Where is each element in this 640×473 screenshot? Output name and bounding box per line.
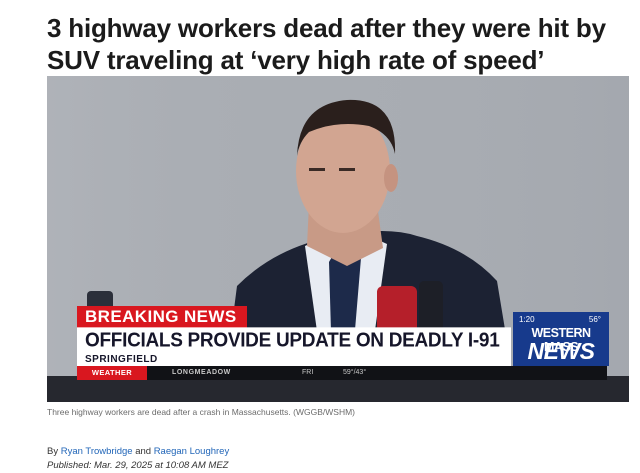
author-link-2[interactable]: Raegan Loughrey	[154, 446, 230, 457]
breaking-news-label: BREAKING NEWS	[77, 306, 247, 328]
published-date: Published: Mar. 29, 2025 at 10:08 AM MEZ	[47, 460, 229, 471]
author-link-1[interactable]: Ryan Trowbridge	[61, 446, 133, 457]
station-name-line2: NEWS	[527, 338, 596, 364]
broadcast-temperature: 56°	[588, 315, 601, 324]
weather-ticker: WEATHER LONGMEADOW FRI 59°/43°	[77, 366, 607, 380]
ticker-temps: 59°/43°	[343, 369, 367, 376]
image-caption: Three highway workers are dead after a c…	[47, 407, 355, 417]
video-player[interactable]: BREAKING NEWS OFFICIALS PROVIDE UPDATE O…	[47, 76, 629, 402]
broadcast-headline: OFFICIALS PROVIDE UPDATE ON DEADLY I-91 …	[77, 327, 511, 379]
ticker-day: FRI	[302, 369, 314, 376]
byline: By Ryan Trowbridge and Raegan Loughrey	[47, 446, 229, 457]
broadcast-time: 1:20	[519, 315, 535, 324]
byline-joiner: and	[135, 446, 152, 457]
ticker-label: WEATHER	[77, 366, 147, 380]
station-logo: 1:20 56° WESTERN MASS NEWS	[513, 312, 609, 366]
broadcast-location: SPRINGFIELD	[77, 354, 511, 366]
ticker-city: LONGMEADOW	[172, 369, 231, 376]
article-headline: 3 highway workers dead after they were h…	[47, 13, 606, 75]
byline-prefix: By	[47, 446, 59, 457]
